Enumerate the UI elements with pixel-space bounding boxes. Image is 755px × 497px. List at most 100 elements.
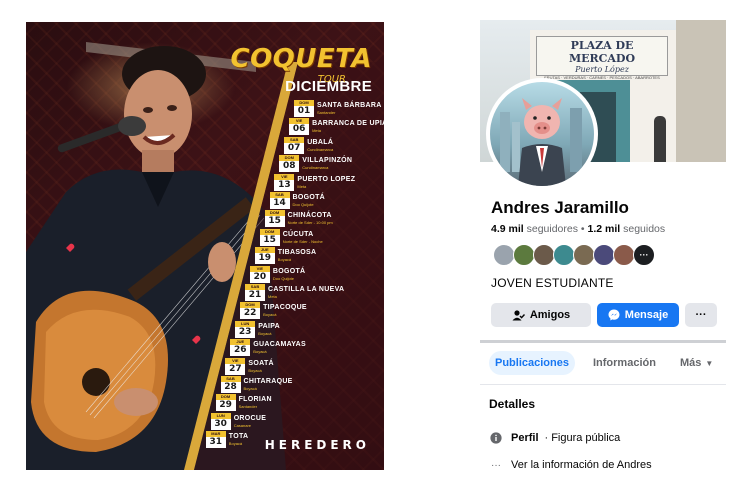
date-city: BARRANCA DE UPIA (312, 120, 384, 128)
date-location: BOGOTÁ Doo Quijote (273, 268, 306, 281)
tab-label: Publicaciones (495, 357, 569, 369)
date-city: FLORIAN (238, 396, 272, 404)
tour-date-row: DOM 08 VILLAPINZÓN Cundinamarca (279, 155, 353, 173)
date-department: Boyacá (277, 257, 292, 263)
date-location: CÚCUTA Norte de Sder - Noche (283, 231, 323, 244)
tour-date-row: JUE 19 TIBASOSA Boyacá (254, 247, 317, 265)
friend-avatar[interactable] (613, 244, 635, 266)
date-number: 08 (279, 161, 300, 173)
tour-date-row: DOM 15 CÚCUTA Norte de Sder - Noche (259, 228, 323, 246)
tab-mas[interactable]: Más ▼ (674, 351, 719, 375)
side-wall (676, 20, 726, 162)
date-location: TIPACOQUE Boyacá (263, 304, 307, 317)
date-location: GUACAMAYAS Boyacá (253, 341, 306, 354)
message-button-label: Mensaje (624, 309, 669, 321)
date-department: Meta (297, 183, 307, 189)
profile-tabs: Publicaciones Información Más ▼ (489, 351, 731, 375)
date-badge: SAB 28 (220, 376, 241, 393)
date-location: TIBASOSA Boyacá (278, 249, 317, 262)
friends-button[interactable]: Amigos (491, 303, 591, 327)
tab-informacion[interactable]: Información (587, 351, 662, 375)
poster-footer-logo: HEREDERO (264, 438, 370, 452)
tour-date-row: SAB 21 CASTILLA LA NUEVA Meta (245, 284, 344, 301)
friends-check-icon (512, 309, 525, 321)
date-badge: DOM 15 (264, 210, 285, 228)
date-city: VILLAPINZÓN (302, 157, 353, 165)
tour-date-row: SAB 07 UBALÁ Cundinamarca (284, 136, 334, 154)
date-city: BOGOTÁ (292, 194, 326, 201)
detail-profile-label: Perfil (511, 432, 539, 444)
tabs-divider (480, 384, 726, 385)
date-department: Meta (268, 294, 277, 299)
avatar[interactable] (490, 82, 594, 186)
friend-avatar[interactable] (493, 244, 515, 266)
friend-avatar[interactable] (513, 244, 535, 266)
date-number: 22 (240, 308, 261, 320)
date-city: TOTA (228, 433, 249, 441)
friend-avatar[interactable] (573, 244, 595, 266)
tab-label: Información (592, 357, 656, 369)
section-divider (480, 340, 726, 343)
screenshot-canvas: COQUETA TOUR DICIEMBRE DOM 01 SANTA BÁRBAR… (0, 0, 755, 497)
date-number: 14 (269, 198, 290, 209)
more-options-button[interactable]: ··· (685, 303, 717, 327)
date-location: PUERTO LOPEZ Meta (297, 176, 355, 189)
date-location: CASTILLA LA NUEVA Meta (268, 286, 344, 299)
follower-stats[interactable]: 4.9 mil seguidores • 1.2 mil seguidos (491, 223, 665, 235)
date-location: FLORIAN Santander (239, 396, 272, 409)
date-badge: SAB 14 (269, 192, 290, 209)
market-sign-title: PLAZA DE MERCADO (568, 39, 636, 65)
date-badge: VIE 13 (274, 173, 295, 191)
date-number: 15 (264, 216, 285, 228)
see-more-info-link[interactable]: ··· Ver la información de Andres (489, 457, 652, 473)
date-location: CHINÁCOTA Norte de Sder - 10:00 pm (288, 212, 333, 225)
date-department: Norte de Sder - 10:00 pm (287, 220, 333, 226)
date-badge: JUE 19 (254, 247, 275, 265)
date-location: BOGOTÁ Doo Quijote (293, 194, 326, 207)
tour-dates-list: DOM 01 SANTA BÁRBARA Santander VIE 06 BARRANCA… (26, 22, 384, 470)
date-city: CASTILLA LA NUEVA (268, 286, 345, 293)
date-department: Cundinamarca (307, 146, 334, 152)
tour-poster-image: COQUETA TOUR DICIEMBRE DOM 01 SANTA BÁRBAR… (26, 22, 384, 470)
date-number: 15 (259, 234, 280, 246)
tour-date-row: SAB 14 BOGOTÁ Doo Quijote (269, 192, 326, 209)
friend-avatar[interactable] (553, 244, 575, 266)
tab-publicaciones[interactable]: Publicaciones (489, 351, 575, 375)
details-heading: Detalles (489, 397, 536, 411)
tour-date-row: DOM 29 FLORIAN Santander (215, 394, 272, 412)
stats-separator: • (580, 223, 588, 235)
mutual-friends-avatars[interactable]: ··· (493, 244, 655, 266)
date-badge: DOM 15 (259, 228, 280, 246)
more-friends-icon[interactable]: ··· (633, 244, 655, 266)
messenger-icon (608, 309, 620, 321)
date-city: SOATÁ (248, 359, 274, 367)
date-location: SOATÁ Boyacá (248, 360, 273, 373)
tour-date-row: DOM 01 SANTA BÁRBARA Santander (294, 100, 382, 117)
friend-avatar[interactable] (533, 244, 555, 266)
friends-button-label: Amigos (529, 309, 571, 321)
date-badge: DOM 29 (215, 394, 236, 412)
date-department: Boyacá (258, 330, 272, 336)
date-number: 01 (294, 106, 314, 117)
tour-date-row: MAR 31 TOTA Boyacá (205, 431, 249, 449)
friend-avatar[interactable] (593, 244, 615, 266)
tab-label: Más (679, 357, 702, 369)
date-badge: VIE 20 (249, 265, 270, 283)
date-location: OROCUE Casanare (234, 415, 267, 428)
message-button[interactable]: Mensaje (597, 303, 679, 327)
date-department: Doo Quijote (292, 202, 314, 207)
date-city: BOGOTÁ (272, 267, 306, 275)
date-city: UBALÁ (307, 138, 334, 146)
facebook-profile-card: PLAZA DE MERCADO Puerto López FRUTAS · V… (480, 20, 726, 480)
date-number: 23 (235, 326, 256, 338)
ellipsis-icon: ··· (491, 459, 501, 471)
date-badge: DOM 01 (294, 100, 314, 117)
date-city: CHITARAQUE (243, 378, 293, 385)
date-badge: VIE 27 (225, 357, 246, 375)
date-badge: SAB 21 (245, 284, 265, 301)
date-badge: LUN 23 (235, 320, 256, 338)
tour-date-row: DOM 22 TIPACOQUE Boyacá (240, 302, 307, 320)
date-number: 13 (274, 179, 295, 191)
tour-date-row: VIE 27 SOATÁ Boyacá (225, 357, 274, 375)
date-department: Boyacá (263, 312, 277, 318)
